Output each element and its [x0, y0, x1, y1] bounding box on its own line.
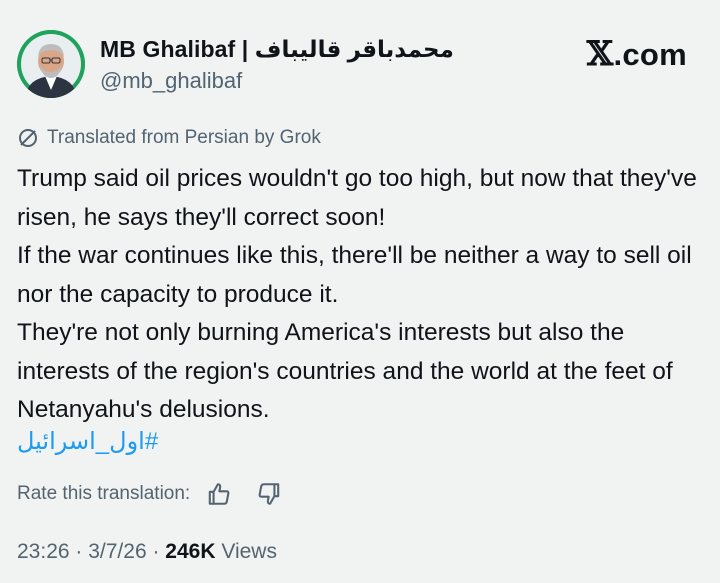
views-label: Views — [215, 540, 277, 563]
tweet-text: Trump said oil prices wouldn't go too hi… — [17, 160, 707, 430]
avatar-portrait-icon — [17, 30, 85, 98]
thumbs-down-button[interactable] — [252, 478, 286, 510]
hashtag-link[interactable]: #اول_اسرائیل — [17, 427, 158, 456]
tweet-header: MB Ghalibaf | محمدباقر قالیباف @mb_ghali… — [17, 30, 707, 100]
thumbs-down-icon — [258, 483, 280, 505]
tweet-meta: 23:26 · 3/7/26 · 246K Views — [17, 540, 277, 564]
rate-translation: Rate this translation: — [17, 478, 286, 510]
user-handle[interactable]: @mb_ghalibaf — [100, 68, 454, 94]
tweet-date[interactable]: 3/7/26 — [88, 540, 146, 563]
x-com-logo: 𝕏.com — [587, 34, 687, 74]
tweet-paragraph: Trump said oil prices wouldn't go too hi… — [17, 165, 697, 231]
display-name[interactable]: MB Ghalibaf | محمدباقر قالیباف — [100, 36, 454, 63]
avatar[interactable] — [17, 30, 85, 98]
rate-translation-label: Rate this translation: — [17, 483, 191, 504]
tweet-paragraph: If the war continues like this, there'll… — [17, 242, 692, 308]
translation-notice: Translated from Persian by Grok — [17, 124, 321, 152]
separator: · — [146, 540, 166, 563]
domain-label: .com — [613, 37, 687, 72]
separator: · — [69, 540, 89, 563]
views-count: 246K — [165, 540, 216, 563]
grok-icon — [19, 129, 37, 147]
x-logo-icon: 𝕏 — [586, 34, 614, 74]
thumbs-up-icon — [208, 483, 230, 505]
translation-notice-text: Translated from Persian by Grok — [47, 127, 321, 148]
thumbs-up-button[interactable] — [202, 478, 236, 510]
tweet-paragraph: They're not only burning America's inter… — [17, 319, 673, 423]
tweet-time[interactable]: 23:26 — [17, 540, 70, 563]
author-names: MB Ghalibaf | محمدباقر قالیباف @mb_ghali… — [100, 36, 454, 94]
